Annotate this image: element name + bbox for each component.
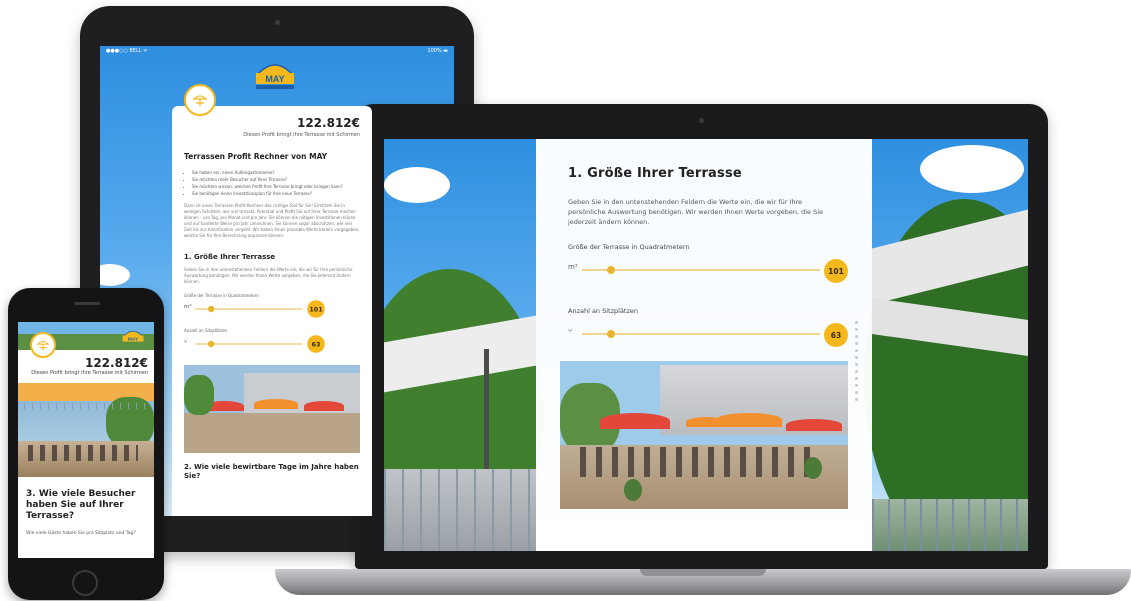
laptop-screen: 1. Größe Ihrer Terrasse Geben Sie in den… — [384, 139, 1028, 551]
home-button[interactable] — [72, 570, 98, 596]
may-logo: MAY — [256, 64, 294, 89]
umbrella-table-icon — [36, 340, 50, 351]
nav-dot[interactable] — [855, 328, 858, 331]
question-text: Wie viele Gäste haben Sie pro Sitzplatz … — [26, 531, 136, 536]
nav-dot[interactable] — [855, 342, 858, 345]
section-title-days: 2. Wie viele bewirtbare Tage im Jahre ha… — [184, 463, 359, 480]
laptop-opening-notch — [640, 569, 766, 576]
orange-umbrella — [716, 413, 782, 427]
question-title: 3. Wie viele Besucher haben Sie auf Ihre… — [26, 489, 136, 521]
status-battery: 100% ▬ — [427, 48, 448, 54]
guests — [580, 447, 820, 477]
umbrella-table-icon — [192, 95, 208, 106]
size-slider[interactable]: m² 101 — [568, 259, 848, 283]
seats-slider-wrap: ⑂ 63 — [568, 323, 848, 347]
phone-screen: MAY 122.812€ Diesen Profit bringt Ihre T… — [18, 322, 154, 558]
intro-text: Dann ist unser Terrassen-Profit-Rechner … — [184, 203, 360, 238]
size-value-badge: 101 — [824, 259, 848, 283]
status-carrier: ●●●○○ BELL ᯤ — [106, 48, 148, 54]
tablet-camera — [275, 20, 280, 25]
phone-speaker — [74, 302, 100, 305]
terrace-photo — [560, 361, 848, 509]
calculator-card: 1. Größe Ihrer Terrasse Geben Sie in den… — [536, 139, 872, 551]
calculator-badge — [184, 84, 216, 116]
slider-track — [582, 269, 820, 271]
seats-value-badge: 63 — [824, 323, 848, 347]
benefit-list: Sie haben vor, einen Außengastronomie? S… — [184, 169, 360, 197]
laptop-device: 1. Größe Ihrer Terrasse Geben Sie in den… — [355, 104, 1048, 569]
phone-device: MAY 122.812€ Diesen Profit bringt Ihre T… — [8, 288, 164, 600]
area-icon: m² — [184, 303, 192, 310]
laptop-camera — [699, 118, 704, 123]
seats-value-badge: 63 — [307, 335, 325, 353]
red-umbrella — [304, 401, 344, 411]
size-label: Größe der Terrasse in Quadratmetern — [568, 243, 690, 251]
terrace-floor — [184, 413, 360, 453]
nav-dot[interactable] — [855, 363, 858, 366]
cloud — [384, 167, 450, 203]
railing — [24, 403, 150, 409]
nav-dot[interactable] — [855, 335, 858, 338]
railing — [384, 469, 536, 551]
calculator-title: Terrassen Profit Rechner von MAY — [184, 152, 328, 161]
may-logo: MAY — [122, 330, 144, 343]
nav-dot[interactable] — [855, 384, 858, 387]
terrace-photo — [184, 365, 360, 453]
cloud — [920, 145, 1024, 193]
size-slider-wrap: m² 101 — [568, 259, 848, 283]
slider-knob[interactable] — [208, 305, 215, 313]
list-item: Sie möchten mehr Besucher auf Ihrer Terr… — [192, 176, 360, 183]
nav-dot[interactable] — [855, 356, 858, 359]
device-mockup-scene: ●●●○○ BELL ᯤ 100% ▬ MAY 122.812€ Diesen … — [0, 0, 1131, 601]
nav-dot[interactable] — [855, 370, 858, 373]
size-value-badge: 101 — [307, 300, 325, 318]
seats-label: Anzahl an Sitzplätzen — [184, 328, 228, 333]
planter — [804, 457, 822, 479]
guests — [28, 445, 138, 461]
chair-icon: ⑂ — [184, 338, 188, 345]
planter — [624, 479, 642, 501]
section-title: 1. Größe Ihrer Terrasse — [568, 166, 742, 181]
section-description: Geben Sie in den untenstehenden Feldern … — [568, 198, 824, 226]
slider-track — [582, 333, 820, 335]
profit-amount: 122.812€ — [296, 116, 360, 130]
nav-dot[interactable] — [855, 377, 858, 380]
nav-dot[interactable] — [855, 398, 858, 401]
list-item: Sie haben vor, einen Außengastronomie? — [192, 169, 360, 176]
red-umbrella — [600, 413, 670, 429]
list-item: Sie möchten wissen, welchen Profit Ihre … — [192, 183, 360, 190]
terrace-photo — [18, 383, 154, 477]
list-item: Sie benötigen einen Investitionsplan für… — [192, 190, 360, 197]
calculator-card: 122.812€ Diesen Profit bringt Ihre Terra… — [172, 106, 372, 516]
nav-dot[interactable] — [855, 321, 858, 324]
calculator-badge — [30, 332, 56, 358]
orange-umbrella — [254, 399, 298, 409]
slider-knob[interactable] — [208, 340, 215, 348]
section-text: Geben Sie in den untenstehenden Feldern … — [184, 267, 353, 284]
svg-text:MAY: MAY — [265, 74, 284, 84]
svg-text:MAY: MAY — [128, 337, 139, 343]
red-umbrella — [786, 419, 842, 431]
seats-label: Anzahl an Sitzplätzen — [568, 307, 639, 315]
area-unit-icon: m² — [568, 263, 578, 271]
seats-slider[interactable]: ⑂ 63 — [568, 323, 848, 347]
slider-knob[interactable] — [606, 266, 615, 274]
slider-knob[interactable] — [606, 330, 615, 338]
tree — [184, 375, 214, 415]
nav-dot[interactable] — [855, 349, 858, 352]
size-slider[interactable]: m² 101 — [184, 300, 325, 318]
size-label: Größe der Terrasse in Quadratmetern — [184, 293, 259, 298]
section-title-size: 1. Größe Ihrer Terrasse — [184, 253, 276, 261]
railing — [872, 499, 1028, 551]
section-nav-dots[interactable] — [855, 321, 858, 401]
seats-slider[interactable]: ⑂ 63 — [184, 335, 325, 353]
nav-dot[interactable] — [855, 391, 858, 394]
chair-icon: ⑂ — [568, 327, 573, 335]
profit-caption: Diesen Profit bringt Ihre Terrasse mit S… — [31, 370, 148, 376]
profit-caption: Diesen Profit bringt Ihre Terrasse mit S… — [243, 132, 360, 138]
